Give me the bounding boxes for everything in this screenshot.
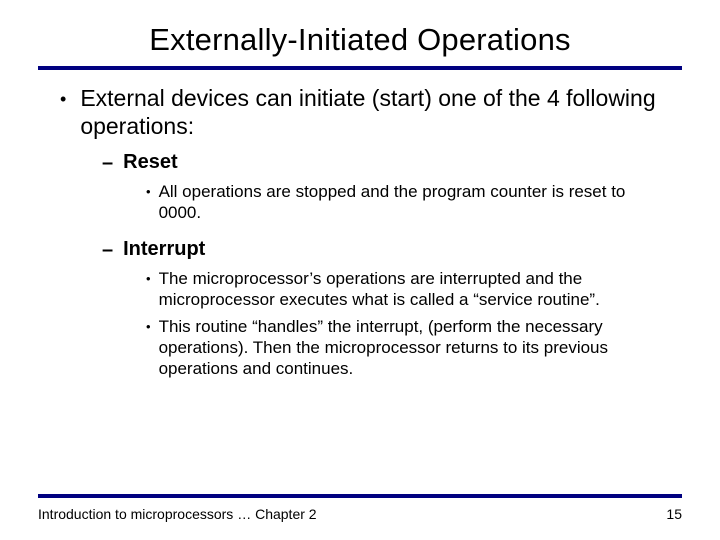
footer-underline xyxy=(38,494,682,498)
title-underline xyxy=(38,66,682,70)
slide: Externally-Initiated Operations • Extern… xyxy=(0,0,720,540)
item-1-label: Interrupt xyxy=(123,237,205,261)
bullet-lvl2: – Reset xyxy=(102,150,670,175)
item-1-sub-1: This routine “handles” the interrupt, (p… xyxy=(159,316,666,379)
bullet-dot-icon: • xyxy=(146,181,151,202)
bullet-dot-icon: • xyxy=(146,268,151,289)
bullet-lvl1: • External devices can initiate (start) … xyxy=(60,84,670,140)
bullet-lvl3: • All operations are stopped and the pro… xyxy=(146,181,666,223)
item-1-sub-0: The microprocessor’s operations are inte… xyxy=(159,268,666,310)
dash-icon: – xyxy=(102,237,113,262)
bullet-lvl3: • The microprocessor’s operations are in… xyxy=(146,268,666,310)
footer-left-text: Introduction to microprocessors … Chapte… xyxy=(38,506,317,522)
page-number: 15 xyxy=(666,506,682,522)
intro-text: External devices can initiate (start) on… xyxy=(80,84,670,140)
dash-icon: – xyxy=(102,150,113,175)
content-area: • External devices can initiate (start) … xyxy=(0,84,720,379)
bullet-lvl3: • This routine “handles” the interrupt, … xyxy=(146,316,666,379)
slide-title: Externally-Initiated Operations xyxy=(0,0,720,66)
bullet-dot-icon: • xyxy=(60,84,66,108)
item-0-sub-0: All operations are stopped and the progr… xyxy=(159,181,666,223)
bullet-lvl2: – Interrupt xyxy=(102,237,670,262)
item-0-label: Reset xyxy=(123,150,177,174)
bullet-dot-icon: • xyxy=(146,316,151,337)
